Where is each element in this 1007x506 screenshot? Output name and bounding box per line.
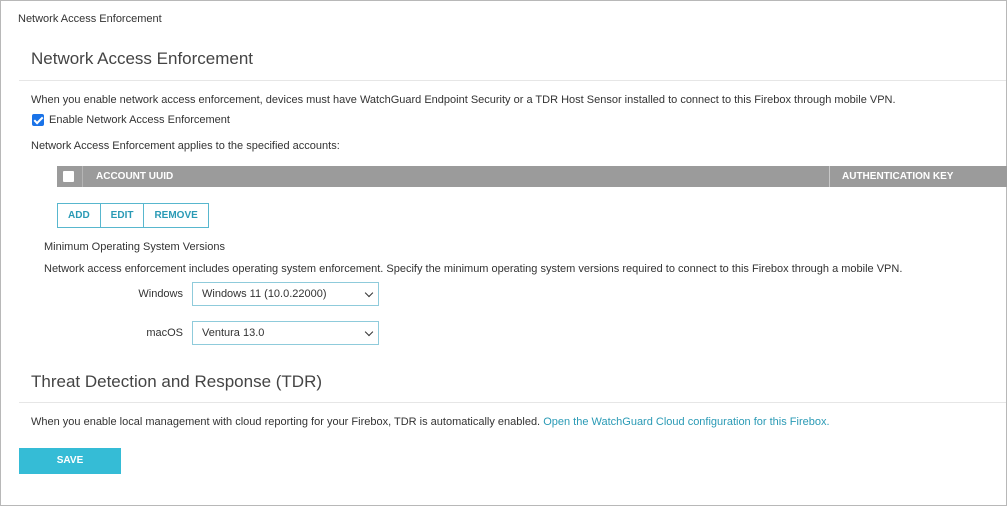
select-all-cell — [57, 166, 83, 187]
section-title-nae: Network Access Enforcement — [31, 49, 254, 68]
column-header-authentication-key[interactable]: AUTHENTICATION KEY — [842, 171, 953, 182]
chevron-down-icon — [364, 288, 374, 298]
edit-button[interactable]: EDIT — [101, 204, 145, 227]
nae-description: When you enable network access enforceme… — [31, 94, 896, 106]
accounts-table-header: ACCOUNT UUID AUTHENTICATION KEY — [57, 166, 1007, 187]
breadcrumb: Network Access Enforcement — [18, 13, 162, 25]
section-divider — [19, 402, 1006, 403]
watchguard-cloud-link[interactable]: Open the WatchGuard Cloud configuration … — [543, 416, 829, 428]
enable-nae-checkbox[interactable] — [32, 114, 44, 126]
enable-nae-label[interactable]: Enable Network Access Enforcement — [49, 114, 230, 126]
add-button[interactable]: ADD — [58, 204, 101, 227]
select-all-checkbox[interactable] — [63, 171, 74, 182]
accounts-button-group: ADD EDIT REMOVE — [57, 203, 209, 228]
remove-button[interactable]: REMOVE — [144, 204, 207, 227]
windows-version-value: Windows 11 (10.0.22000) — [202, 288, 327, 300]
section-divider — [19, 80, 1006, 81]
section-title-tdr: Threat Detection and Response (TDR) — [31, 372, 323, 391]
macos-version-select[interactable]: Ventura 13.0 — [192, 321, 379, 345]
min-os-heading: Minimum Operating System Versions — [44, 241, 225, 253]
min-os-description: Network access enforcement includes oper… — [44, 263, 903, 275]
chevron-down-icon — [364, 327, 374, 337]
macos-label: macOS — [146, 327, 183, 339]
applies-text: Network Access Enforcement applies to th… — [31, 140, 340, 152]
column-divider — [829, 166, 830, 187]
tdr-description: When you enable local management with cl… — [31, 416, 830, 428]
windows-version-select[interactable]: Windows 11 (10.0.22000) — [192, 282, 379, 306]
page-frame: Network Access Enforcement Network Acces… — [0, 0, 1007, 506]
tdr-text: When you enable local management with cl… — [31, 416, 541, 428]
column-header-account-uuid[interactable]: ACCOUNT UUID — [96, 171, 173, 182]
windows-label: Windows — [138, 288, 183, 300]
macos-version-value: Ventura 13.0 — [202, 327, 265, 339]
save-button[interactable]: SAVE — [19, 448, 121, 474]
